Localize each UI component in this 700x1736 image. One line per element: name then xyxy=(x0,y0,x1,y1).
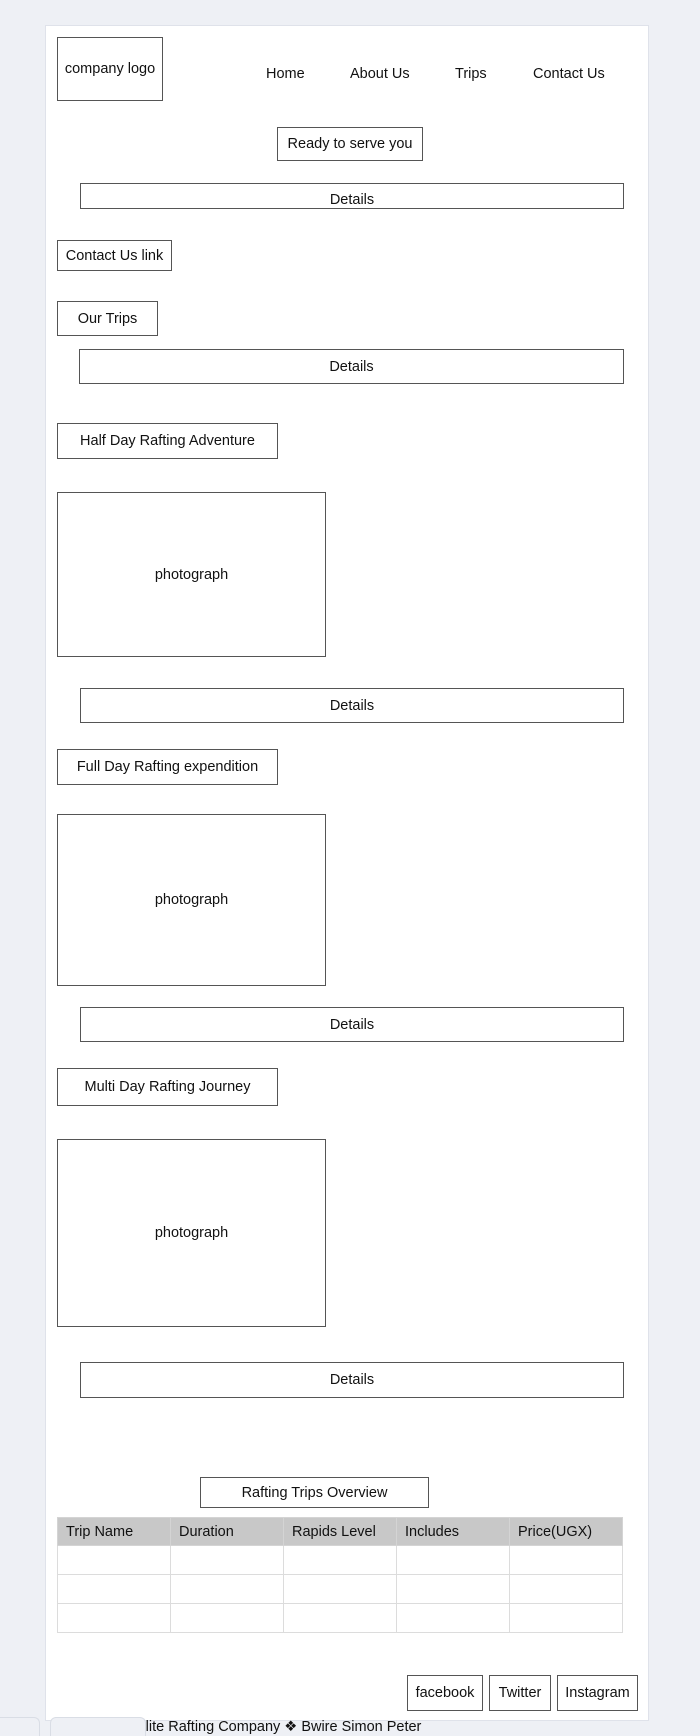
nav-contact-us[interactable]: Contact Us xyxy=(533,66,605,82)
table-row xyxy=(57,1603,623,1633)
table-cell xyxy=(57,1545,171,1575)
table-row xyxy=(57,1545,623,1575)
trip-photograph: photograph xyxy=(57,814,326,986)
table-header-row: Trip Name Duration Rapids Level Includes… xyxy=(57,1517,623,1546)
table-cell xyxy=(170,1574,284,1604)
column-header: Rapids Level xyxy=(283,1517,397,1546)
overview-title: Rafting Trips Overview xyxy=(200,1477,429,1508)
table-cell xyxy=(509,1545,623,1575)
table-cell xyxy=(283,1574,397,1604)
table-cell xyxy=(283,1545,397,1575)
trip-title: Half Day Rafting Adventure xyxy=(57,423,278,459)
table-cell xyxy=(283,1603,397,1633)
nav-about-us[interactable]: About Us xyxy=(350,66,410,82)
trip-title: Full Day Rafting expendition xyxy=(57,749,278,785)
contact-us-link[interactable]: Contact Us link xyxy=(57,240,172,271)
trip-details-box: Details xyxy=(80,688,624,723)
trip-title: Multi Day Rafting Journey xyxy=(57,1068,278,1106)
table-cell xyxy=(396,1574,510,1604)
twitter-button[interactable]: Twitter xyxy=(489,1675,551,1711)
table-row xyxy=(57,1574,623,1604)
company-logo[interactable]: company logo xyxy=(57,37,163,101)
trip-details-box: Details xyxy=(80,1362,624,1398)
trips-details-box: Details xyxy=(79,349,624,384)
hero-tagline: Ready to serve you xyxy=(277,127,423,161)
table-cell xyxy=(57,1574,171,1604)
browser-tab[interactable] xyxy=(0,1717,40,1736)
table-cell xyxy=(170,1603,284,1633)
page-canvas: company logo Home About Us Trips Contact… xyxy=(45,25,649,1735)
column-header: Trip Name xyxy=(57,1517,171,1546)
trip-photograph: photograph xyxy=(57,1139,326,1327)
facebook-button[interactable]: facebook xyxy=(407,1675,483,1711)
table-cell xyxy=(509,1603,623,1633)
column-header: Includes xyxy=(396,1517,510,1546)
table-cell xyxy=(396,1545,510,1575)
browser-tab[interactable] xyxy=(50,1717,146,1736)
trip-details-box: Details xyxy=(80,1007,624,1042)
table-cell xyxy=(509,1574,623,1604)
table-cell xyxy=(57,1603,171,1633)
table-cell xyxy=(396,1603,510,1633)
column-header: Price(UGX) xyxy=(509,1517,623,1546)
column-header: Duration xyxy=(170,1517,284,1546)
trips-overview-table: Trip Name Duration Rapids Level Includes… xyxy=(57,1517,623,1633)
our-trips-heading: Our Trips xyxy=(57,301,158,336)
table-cell xyxy=(170,1545,284,1575)
nav-home[interactable]: Home xyxy=(266,66,305,82)
instagram-button[interactable]: Instagram xyxy=(557,1675,638,1711)
hero-details-box: Details xyxy=(80,183,624,209)
nav-trips[interactable]: Trips xyxy=(455,66,487,82)
trip-photograph: photograph xyxy=(57,492,326,657)
